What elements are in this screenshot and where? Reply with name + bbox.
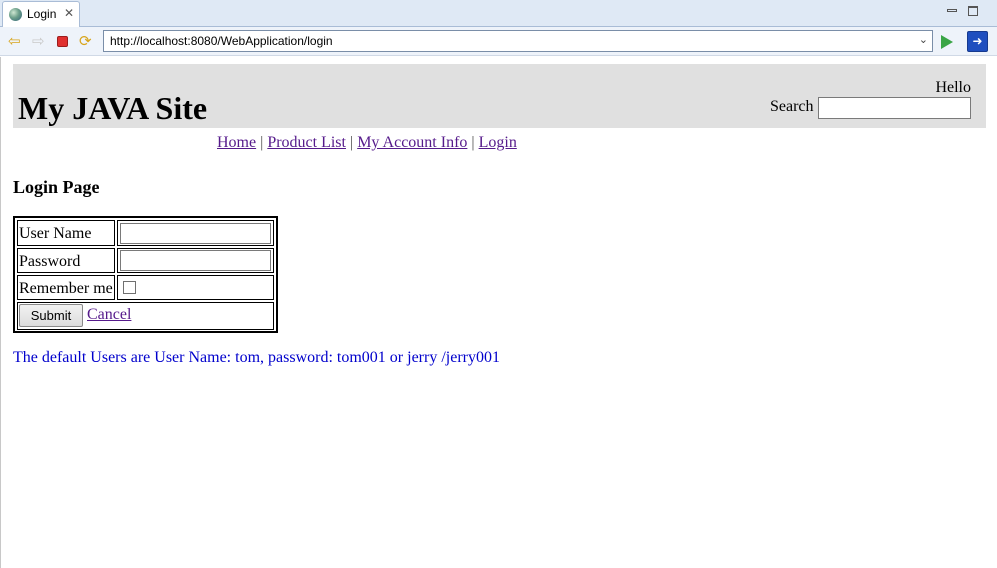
remember-me-checkbox[interactable] [123, 281, 136, 294]
stop-icon[interactable] [57, 36, 68, 47]
nav-separator: | [471, 134, 475, 151]
nav-link-home[interactable]: Home [217, 134, 256, 151]
username-label: User Name [19, 225, 92, 242]
address-bar[interactable]: http://localhost:8080/WebApplication/log… [103, 30, 933, 52]
open-external-icon[interactable]: ➜ [967, 31, 988, 52]
submit-button[interactable]: Submit [19, 304, 83, 327]
site-header: My JAVA Site Hello Search [13, 64, 986, 128]
greeting-text: Hello [935, 79, 971, 96]
chevron-down-icon[interactable]: ⌄ [919, 33, 928, 46]
web-page: My JAVA Site Hello Search Home | Product… [0, 57, 997, 568]
nav-separator: | [260, 134, 264, 151]
browser-tab-bar: Login ✕ [0, 0, 997, 27]
remember-me-label: Remember me [19, 280, 113, 297]
username-label-cell: User Name [17, 220, 115, 246]
back-arrow-icon[interactable]: ⇦ [8, 33, 24, 49]
globe-icon [9, 8, 22, 21]
username-input[interactable] [120, 223, 271, 244]
remember-checkbox-cell [117, 275, 274, 300]
password-input[interactable] [120, 250, 271, 271]
maximize-icon[interactable] [968, 4, 978, 16]
tab-title: Login [27, 7, 57, 21]
login-form: User Name Password Remember me Submit Ca… [13, 216, 278, 333]
password-input-cell [117, 248, 274, 273]
close-tab-icon[interactable]: ✕ [64, 6, 74, 20]
username-input-cell [117, 220, 274, 246]
default-users-note: The default Users are User Name: tom, pa… [13, 349, 500, 366]
refresh-icon[interactable]: ⟳ [79, 33, 95, 49]
go-arrow-icon[interactable] [941, 35, 953, 49]
password-label: Password [19, 253, 81, 270]
tab-login[interactable]: Login ✕ [2, 1, 80, 27]
browser-toolbar: ⇦ ⇨ ⟳ http://localhost:8080/WebApplicati… [0, 27, 997, 56]
nav-link-my-account-info[interactable]: My Account Info [357, 134, 467, 151]
search-label: Search [770, 98, 814, 115]
cancel-link[interactable]: Cancel [87, 306, 131, 324]
nav-separator: | [349, 134, 354, 151]
remember-label-cell: Remember me [17, 275, 115, 300]
password-label-cell: Password [17, 248, 115, 273]
forward-arrow-icon[interactable]: ⇨ [32, 33, 48, 49]
site-title: My JAVA Site [18, 90, 208, 126]
url-text: http://localhost:8080/WebApplication/log… [110, 34, 333, 48]
main-nav: Home | Product List | My Account Info | … [217, 134, 517, 152]
nav-link-login[interactable]: Login [479, 134, 517, 151]
minimize-icon[interactable] [947, 4, 957, 12]
page-title: Login Page [13, 177, 100, 197]
nav-link-product-list[interactable]: Product List [267, 134, 346, 151]
search-input[interactable] [818, 97, 971, 119]
